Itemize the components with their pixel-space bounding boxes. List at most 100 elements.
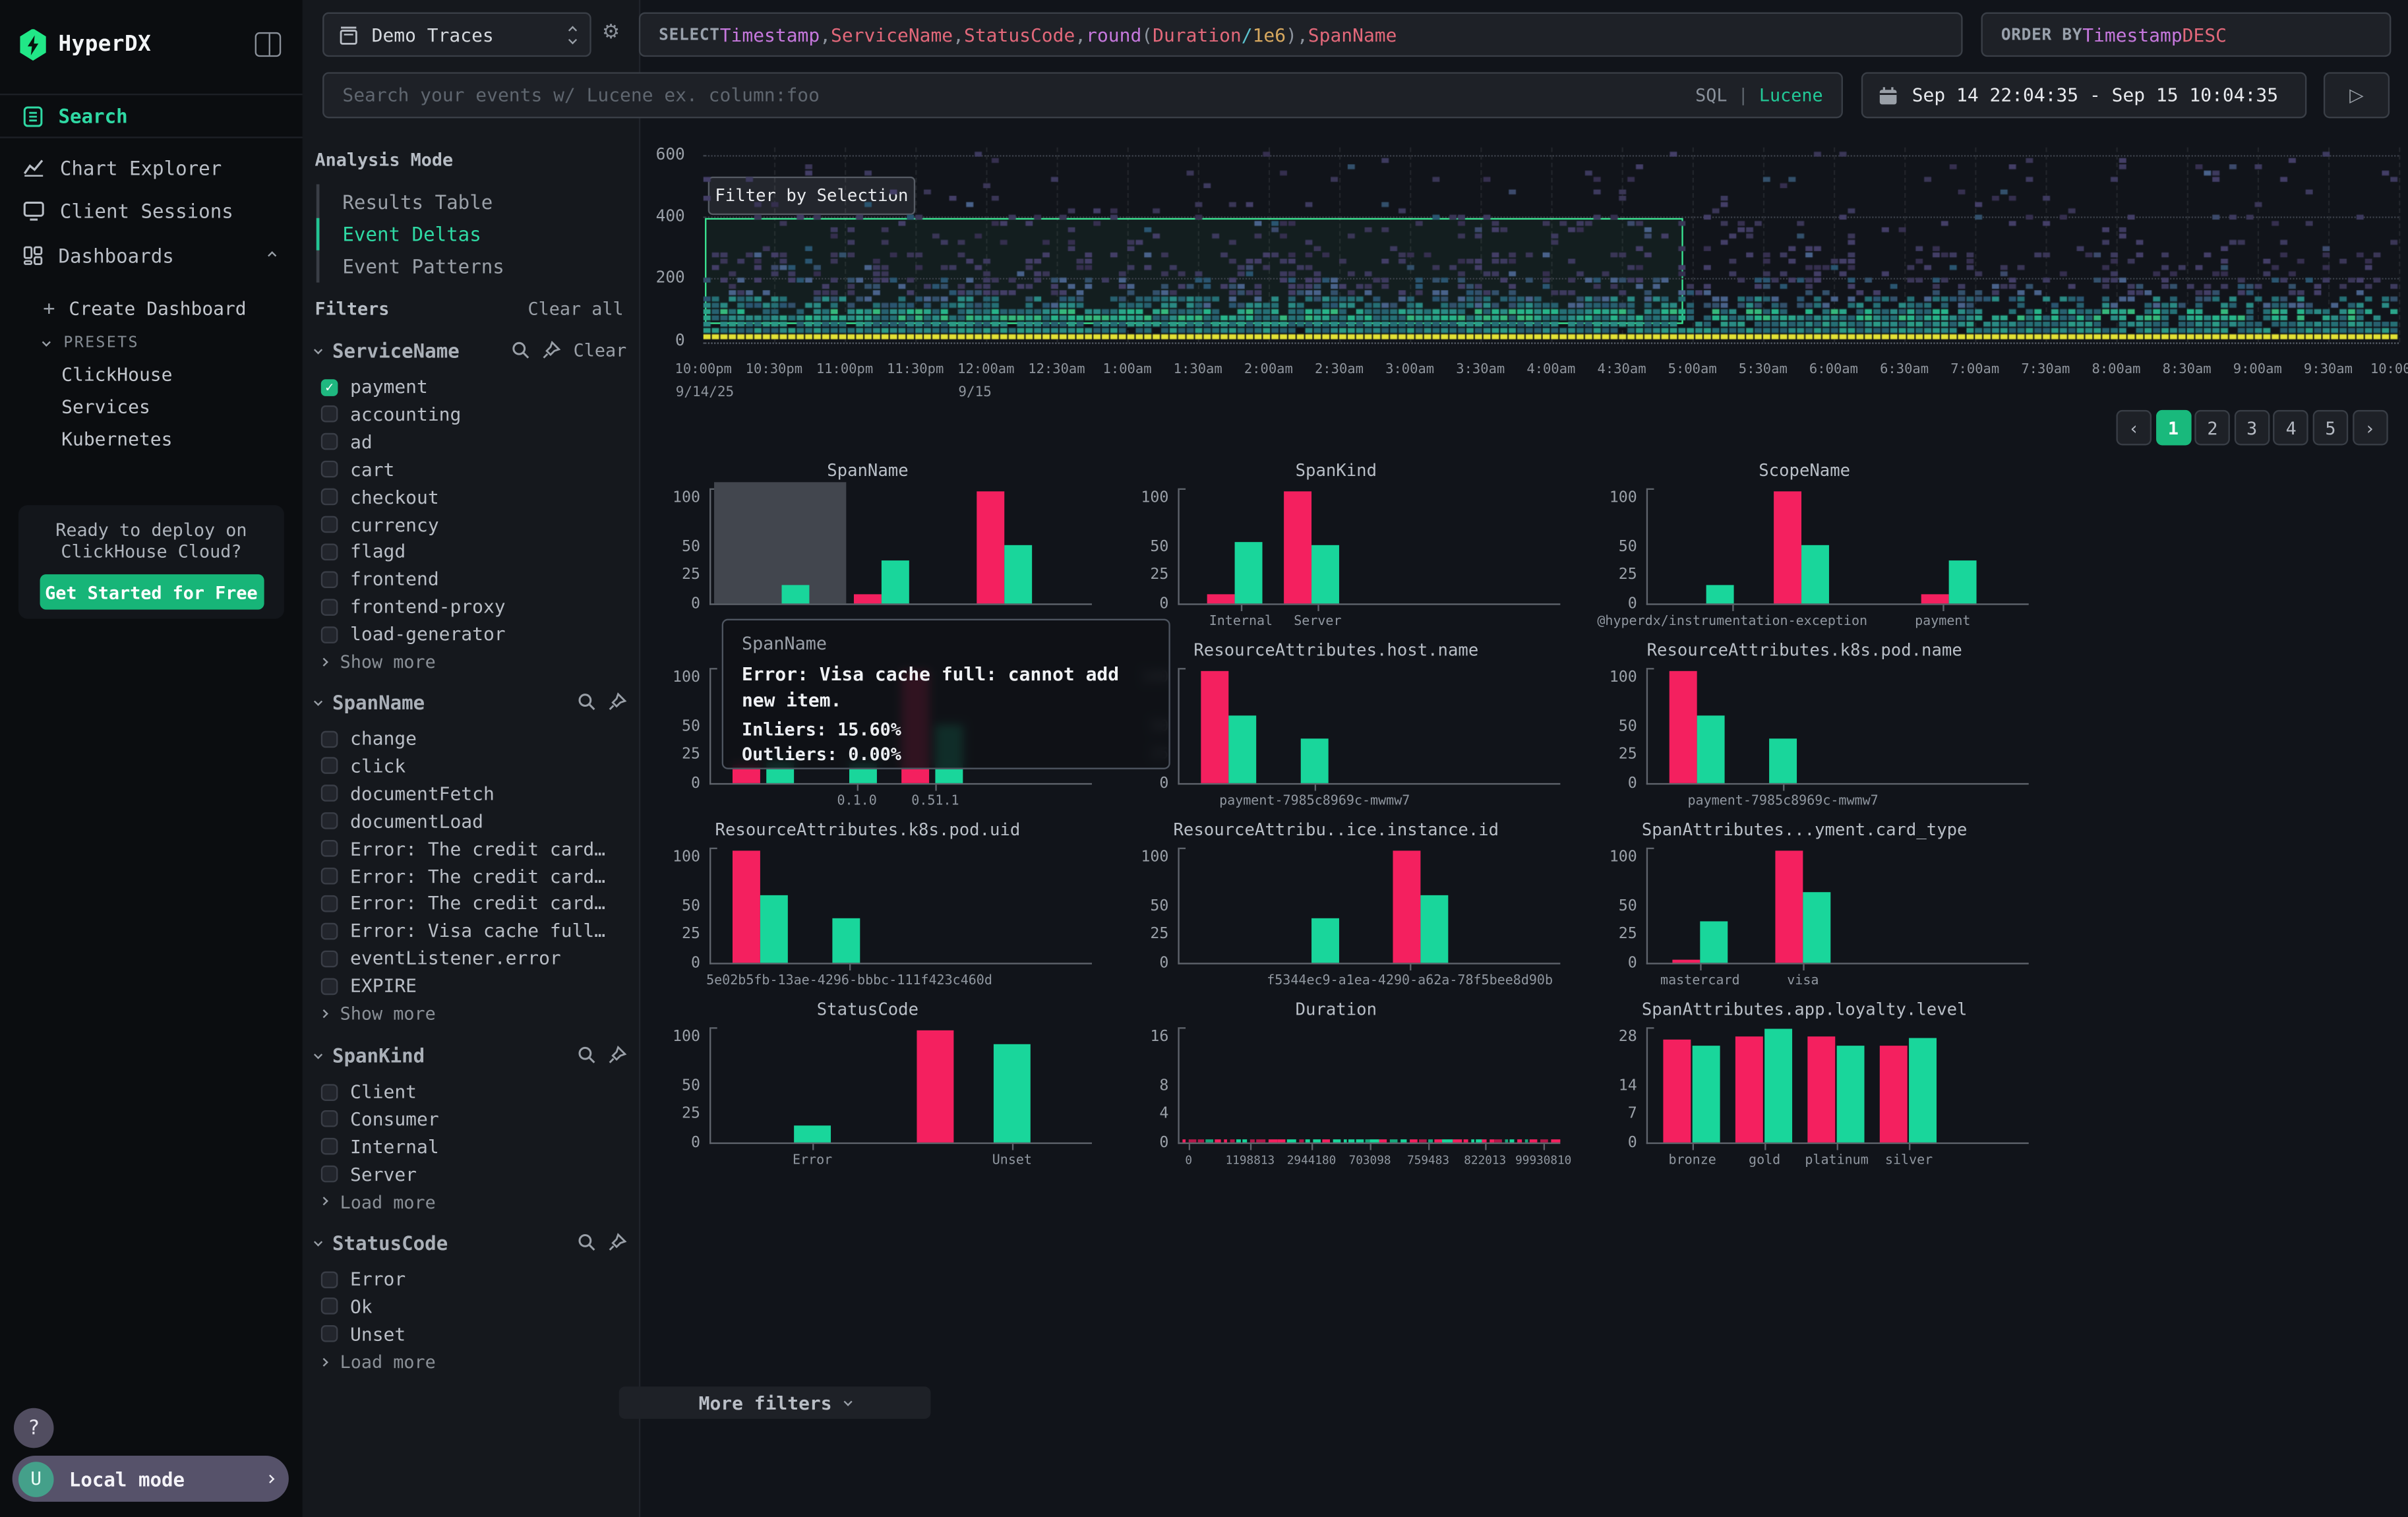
filter-checkbox-item[interactable]: change (321, 725, 628, 752)
sidebar-item-kubernetes[interactable]: Kubernetes (0, 424, 303, 455)
bar-inliers[interactable] (1909, 1038, 1937, 1142)
sidebar-item-create-dashboard[interactable]: + Create Dashboard (0, 293, 303, 324)
bar-inliers[interactable] (1311, 545, 1339, 604)
checkbox[interactable] (321, 922, 338, 939)
help-button[interactable]: ? (14, 1408, 54, 1448)
bar-inliers[interactable] (1837, 1046, 1865, 1143)
checkbox[interactable] (321, 406, 338, 423)
order-by-input[interactable]: ORDER BY Timestamp DESC (1981, 13, 2392, 57)
more-filters-button[interactable]: More filters (619, 1386, 931, 1419)
checkbox[interactable] (321, 978, 338, 995)
sidebar-item-services[interactable]: Services (0, 392, 303, 423)
clear-group-button[interactable]: Clear (574, 340, 627, 361)
filter-load-more[interactable]: Load more (321, 1350, 597, 1374)
local-mode-button[interactable]: U Local mode (13, 1456, 289, 1502)
bar-inliers[interactable] (782, 585, 810, 603)
bar-inliers[interactable] (1764, 1028, 1792, 1142)
sidebar-item-dashboards[interactable]: Dashboards (0, 233, 303, 276)
bar-outliers[interactable] (917, 1030, 953, 1143)
language-toggle[interactable]: SQL | Lucene (1695, 84, 1823, 106)
bar-outliers[interactable] (1670, 671, 1697, 783)
gear-icon[interactable]: ⚙ (602, 22, 620, 45)
bar-inliers[interactable] (1420, 895, 1448, 963)
filter-checkbox-item[interactable]: flagd (321, 538, 628, 566)
bar-outliers[interactable] (1663, 1040, 1691, 1143)
filter-checkbox-item[interactable]: Client (321, 1078, 628, 1106)
bar-inliers[interactable] (832, 918, 860, 963)
bar-outliers[interactable] (977, 491, 1004, 603)
checkbox[interactable] (321, 1270, 338, 1288)
sidebar-item-presets[interactable]: PRESETS (0, 327, 303, 358)
bar-inliers[interactable] (1706, 585, 1734, 603)
checkbox[interactable] (321, 516, 338, 533)
filter-checkbox-item[interactable]: checkout (321, 483, 628, 511)
filter-checkbox-item[interactable]: Error: The credit card (… (321, 889, 628, 917)
pin-icon[interactable] (543, 341, 561, 359)
bar-outliers[interactable] (733, 850, 760, 963)
get-started-button[interactable]: Get Started for Free (39, 574, 263, 610)
filter-checkbox-item[interactable]: click (321, 752, 628, 780)
analysis-mode-event-deltas[interactable]: Event Deltas (342, 223, 572, 246)
bar-outliers[interactable] (1921, 594, 1949, 603)
sidebar-item-search[interactable]: Search (0, 94, 303, 138)
filter-checkbox-item[interactable]: accounting (321, 401, 628, 429)
select-query-input[interactable]: SELECT Timestamp, ServiceName, StatusCod… (639, 13, 1963, 57)
filter-show-more[interactable]: Show more (321, 649, 597, 674)
search-icon[interactable] (578, 692, 596, 711)
checkbox[interactable] (321, 840, 338, 857)
bar-inliers[interactable] (882, 560, 909, 603)
filter-checkbox-item[interactable]: Error: The credit card (… (321, 862, 628, 890)
bar-inliers[interactable] (1700, 921, 1728, 963)
pin-icon[interactable] (608, 1233, 626, 1251)
bar-inliers[interactable] (1697, 715, 1725, 783)
checkbox-checked[interactable]: ✓ (321, 378, 338, 396)
filter-checkbox-item[interactable]: ✓payment (321, 373, 628, 401)
checkbox[interactable] (321, 813, 338, 830)
checkbox[interactable] (321, 489, 338, 506)
checkbox[interactable] (321, 571, 338, 588)
filter-checkbox-item[interactable]: Internal (321, 1133, 628, 1160)
bar-inliers[interactable] (1004, 545, 1032, 604)
bar-inliers[interactable] (1235, 542, 1263, 603)
filter-checkbox-item[interactable]: frontend (321, 566, 628, 593)
chevron-up-icon[interactable] (267, 250, 276, 259)
checkbox[interactable] (321, 1111, 338, 1128)
filter-checkbox-item[interactable]: documentLoad (321, 807, 628, 835)
filter-checkbox-item[interactable]: Consumer (321, 1106, 628, 1133)
filter-group-header-StatusCode[interactable]: StatusCode (315, 1230, 626, 1255)
bar-outliers[interactable] (854, 594, 882, 603)
bar-inliers[interactable] (1311, 918, 1339, 963)
checkbox[interactable] (321, 1139, 338, 1156)
filter-checkbox-item[interactable]: Ok (321, 1293, 628, 1321)
pagination-page-3[interactable]: 3 (2234, 410, 2270, 446)
sidebar-item-client-sessions[interactable]: Client Sessions (0, 189, 303, 231)
collapse-sidebar-icon[interactable] (255, 32, 282, 57)
checkbox[interactable] (321, 758, 338, 775)
analysis-mode-event-patterns[interactable]: Event Patterns (342, 255, 572, 278)
bar-inliers[interactable] (1801, 545, 1829, 604)
filter-checkbox-item[interactable]: ad (321, 428, 628, 456)
filter-show-more[interactable]: Show more (321, 1001, 597, 1026)
checkbox[interactable] (321, 730, 338, 747)
date-range-picker[interactable]: Sep 14 22:04:35 - Sep 15 10:04:35 (1861, 72, 2306, 118)
search-icon[interactable] (578, 1046, 596, 1064)
checkbox[interactable] (321, 1298, 338, 1315)
search-icon[interactable] (512, 341, 530, 359)
bar-outliers[interactable] (1207, 594, 1235, 603)
checkbox[interactable] (321, 785, 338, 802)
filter-checkbox-item[interactable]: currency (321, 510, 628, 538)
filter-checkbox-item[interactable]: Unset (321, 1321, 628, 1348)
checkbox[interactable] (321, 599, 338, 616)
pagination-page-2[interactable]: 2 (2195, 410, 2231, 446)
checkbox[interactable] (321, 1326, 338, 1343)
bar-inliers[interactable] (1693, 1046, 1720, 1143)
source-select[interactable]: Demo Traces (322, 13, 591, 57)
pagination-next[interactable]: › (2352, 410, 2388, 446)
pagination-prev[interactable]: ‹ (2116, 410, 2152, 446)
bar-inliers[interactable] (1769, 738, 1797, 783)
filter-checkbox-item[interactable]: Server (321, 1160, 628, 1188)
pagination-page-4[interactable]: 4 (2273, 410, 2309, 446)
sidebar-item-clickhouse[interactable]: ClickHouse (0, 359, 303, 390)
filter-checkbox-item[interactable]: load-generator (321, 620, 628, 648)
checkbox[interactable] (321, 433, 338, 450)
